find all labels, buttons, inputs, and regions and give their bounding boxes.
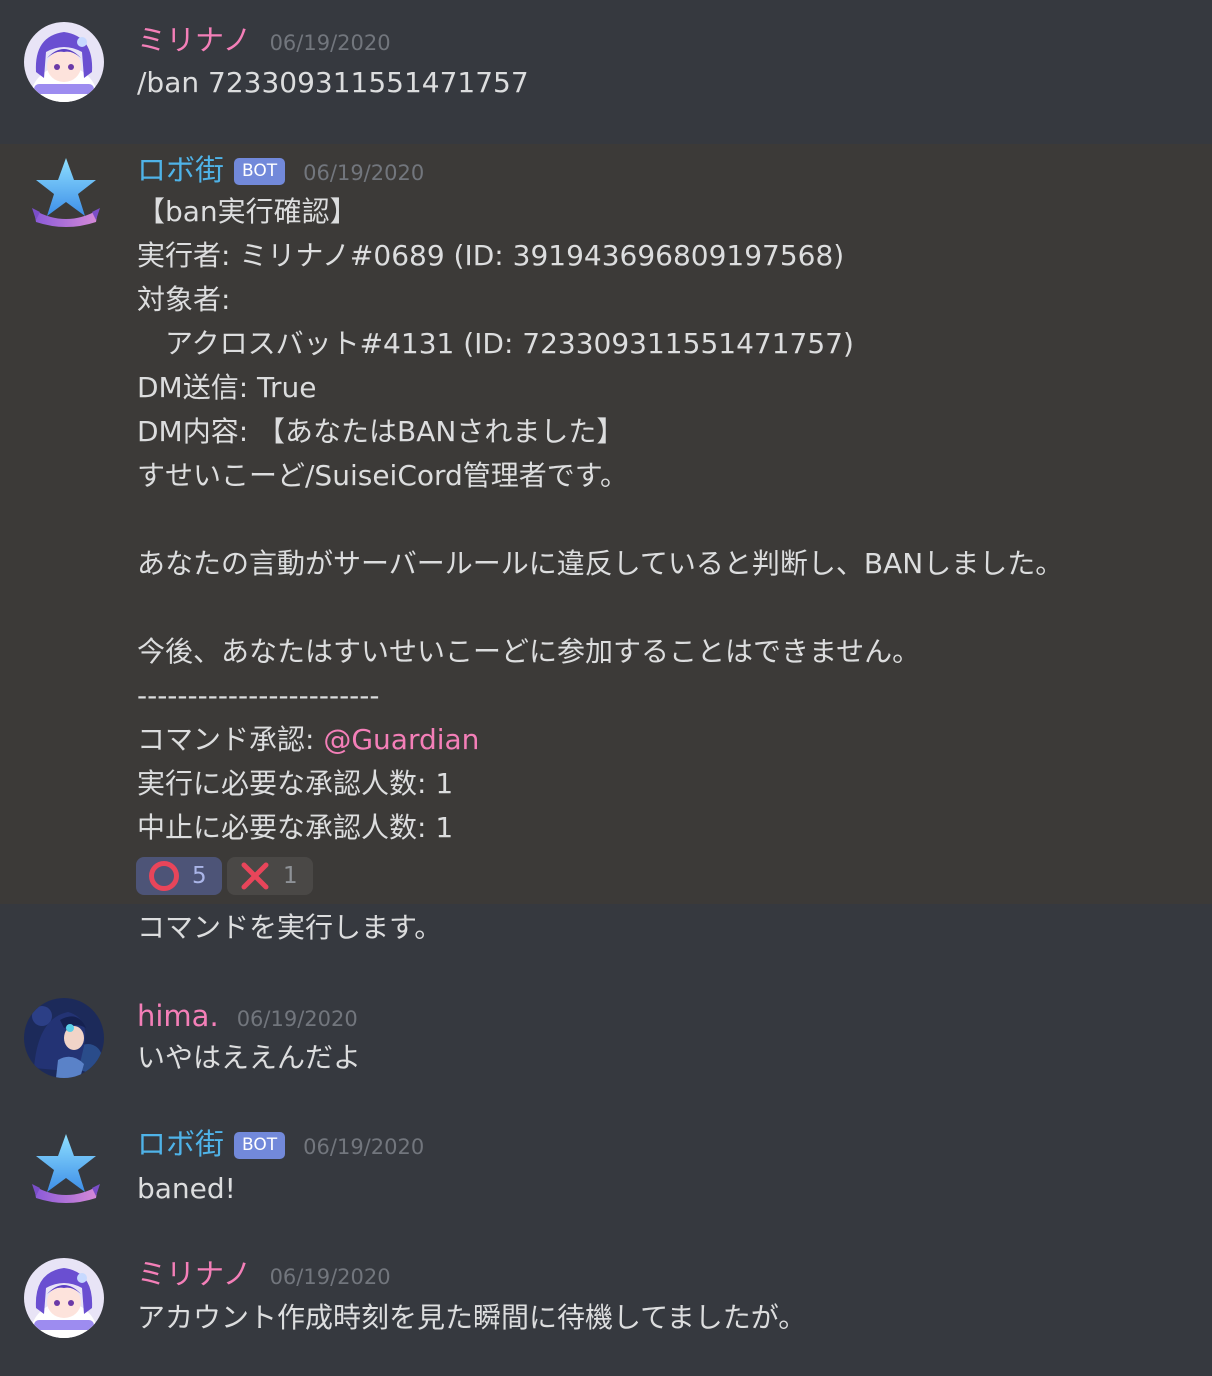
anime-girl-avatar-icon: [24, 998, 104, 1078]
reactions: 5 1: [136, 857, 313, 895]
avatar[interactable]: [24, 1258, 104, 1338]
message-text-line: DM内容: 【あなたはBANされました】: [137, 415, 625, 448]
approval-label: コマンド承認:: [137, 723, 324, 756]
star-ribbon-avatar-icon: [32, 158, 100, 227]
avatar[interactable]: [24, 1126, 104, 1206]
anime-girl-avatar-icon: [24, 22, 104, 102]
message: hima. 06/19/2020 いやはええんだよ: [0, 980, 1212, 1100]
role-mention[interactable]: @Guardian: [323, 723, 479, 756]
message-text-line: 中止に必要な承認人数: 1: [137, 811, 454, 844]
message-text: いやはええんだよ: [137, 1041, 362, 1074]
reaction-count: 1: [283, 863, 298, 889]
bot-badge: BOT: [234, 1131, 286, 1159]
cross-icon: [237, 860, 273, 892]
reaction-circle[interactable]: 5: [136, 857, 222, 895]
avatar[interactable]: [24, 998, 104, 1078]
message-highlighted: ロボ街 BOT 06/19/2020 【ban実行確認】 実行者: ミリナノ#0…: [0, 144, 1212, 904]
message: ミリナノ 06/19/2020 アカウント作成時刻を見た瞬間に待機してましたが。: [0, 1240, 1212, 1376]
bot-badge: BOT: [234, 157, 286, 185]
timestamp: 06/19/2020: [303, 161, 425, 185]
username[interactable]: ミリナノ: [137, 1254, 252, 1294]
message-text-line: コマンド承認: @Guardian: [137, 718, 479, 762]
star-ribbon-avatar-icon: [32, 1134, 100, 1203]
avatar[interactable]: [24, 22, 104, 102]
anime-girl-avatar-icon: [24, 1258, 104, 1338]
username[interactable]: hima.: [137, 996, 219, 1036]
avatar[interactable]: [24, 150, 104, 230]
message: ミリナノ 06/19/2020 /ban 723309311551471757: [0, 0, 1212, 140]
username[interactable]: ミリナノ: [137, 20, 252, 60]
username[interactable]: ロボ街: [137, 150, 224, 190]
message-text-line: あなたの言動がサーバールールに違反していると判断し、BANしました。: [137, 547, 1064, 580]
timestamp: 06/19/2020: [236, 1007, 358, 1031]
message-text-line: 対象者:: [137, 283, 231, 316]
timestamp: 06/19/2020: [303, 1135, 425, 1159]
followup-message-text: コマンドを実行します。: [137, 911, 443, 944]
reaction-count: 5: [192, 863, 207, 889]
message-text: baned!: [137, 1172, 236, 1205]
message-text: /ban 723309311551471757: [137, 66, 529, 99]
message-text-line: DM送信: True: [137, 371, 317, 404]
circle-icon: [146, 860, 182, 892]
timestamp: 06/19/2020: [269, 1265, 391, 1289]
message-text-line: 実行に必要な承認人数: 1: [137, 767, 454, 800]
message: ロボ街 BOT 06/19/2020 baned!: [0, 1110, 1212, 1230]
username[interactable]: ロボ街: [137, 1124, 224, 1164]
message-text-line: アクロスバット#4131 (ID: 723309311551471757): [137, 327, 854, 360]
chat-log: ミリナノ 06/19/2020 /ban 723309311551471757: [0, 0, 1212, 1376]
message-text: アカウント作成時刻を見た瞬間に待機してましたが。: [137, 1301, 807, 1334]
message-text-line: 【ban実行確認】: [137, 195, 358, 228]
message-text-line: 今後、あなたはすいせいこーどに参加することはできません。: [137, 635, 921, 668]
message-text-line: すせいこーど/SuiseiCord管理者です。: [137, 459, 629, 492]
timestamp: 06/19/2020: [269, 31, 391, 55]
message-text-line: 実行者: ミリナノ#0689 (ID: 391943696809197568): [137, 239, 845, 272]
reaction-cross[interactable]: 1: [227, 857, 313, 895]
message-text-line: ------------------------: [137, 679, 380, 712]
